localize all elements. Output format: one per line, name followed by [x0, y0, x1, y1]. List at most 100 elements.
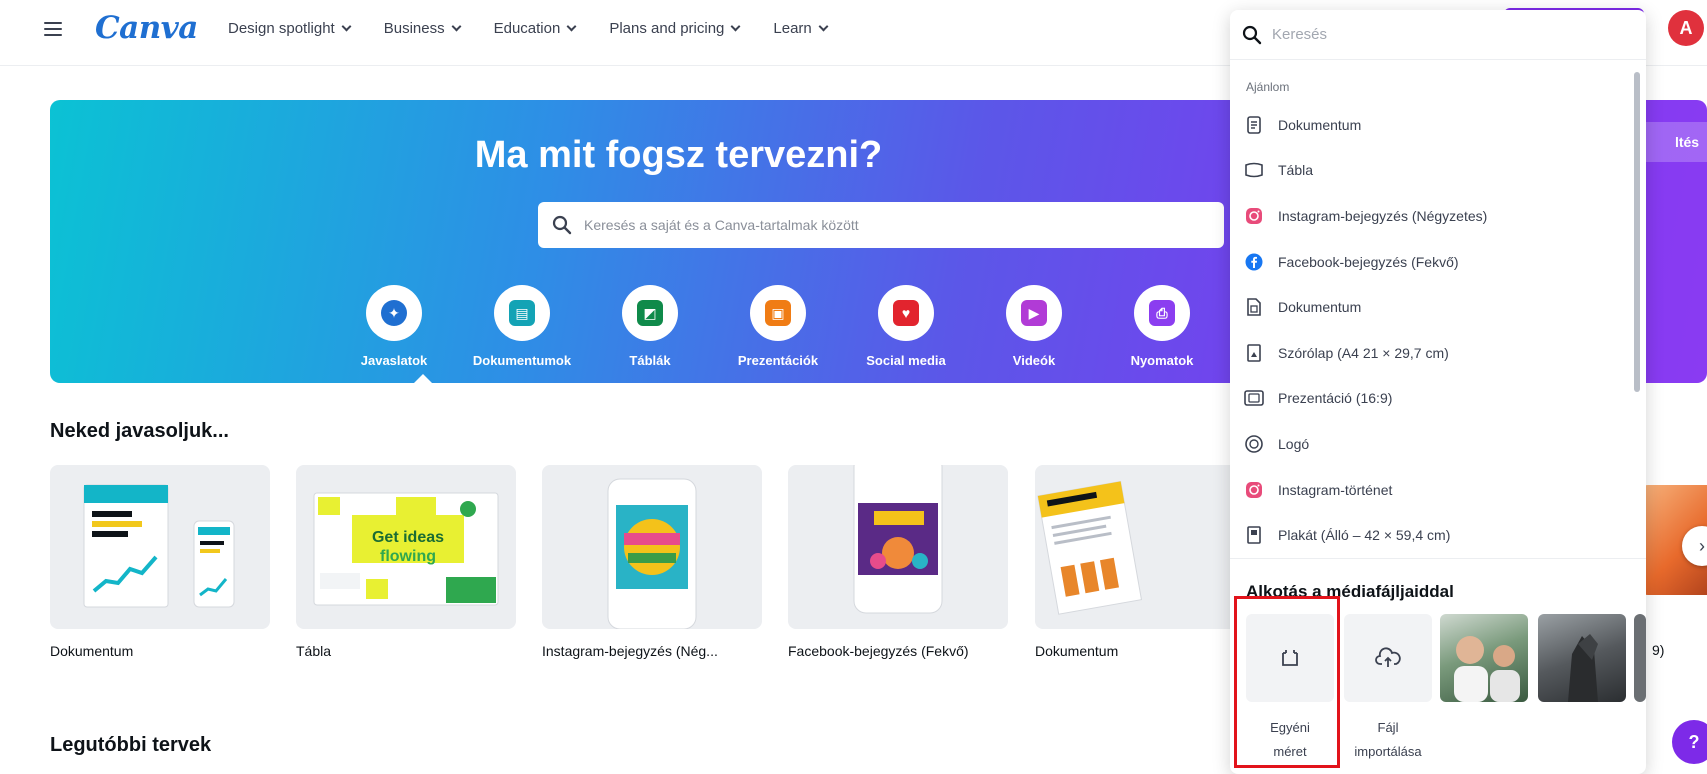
recommended-title: Neked javasoljuk... [50, 420, 229, 442]
card-label: Dokumentum [1035, 643, 1119, 659]
category-label: Videók [1012, 353, 1056, 368]
document-icon [1244, 115, 1264, 135]
suggestion-item[interactable]: Tábla [1230, 148, 1630, 194]
category-prezentaciok[interactable]: ▣ Prezentációk [714, 285, 842, 368]
suggestion-item[interactable]: Dokumentum [1230, 284, 1630, 330]
category-label: Social media [866, 353, 946, 368]
card-label-partial: 9) [1652, 642, 1665, 658]
template-card[interactable]: Instagram-bejegyzés (Nég... [542, 465, 762, 659]
media-photo-thumbnail[interactable] [1440, 614, 1528, 702]
hero-title: Ma mit fogsz tervezni? [474, 134, 883, 176]
instagram-thumbnail [542, 465, 762, 629]
nav-design-spotlight[interactable]: Design spotlight [228, 20, 352, 37]
category-circle: ▶ [1006, 285, 1062, 341]
suggestion-item[interactable]: Dokumentum [1230, 102, 1630, 148]
import-file-label-line2: importálása [1354, 744, 1422, 759]
suggestion-label: Plakát (Álló – 42 × 59,4 cm) [1278, 527, 1451, 544]
suggestion-item[interactable]: Logó [1230, 421, 1630, 467]
cloud-upload-icon [1375, 647, 1401, 667]
category-tablak[interactable]: ◩ Táblák [586, 285, 714, 368]
template-card[interactable]: Dokumentum [50, 465, 270, 659]
media-photo-thumbnail-partial[interactable] [1634, 614, 1646, 702]
facebook-icon [1244, 252, 1264, 272]
suggestion-label: Dokumentum [1278, 299, 1362, 316]
nav-education[interactable]: Education [494, 20, 577, 37]
nav-label: Learn [773, 20, 812, 37]
facebook-preview-graphic [853, 465, 943, 614]
chevron-down-icon [730, 21, 741, 32]
import-file-button[interactable] [1344, 614, 1432, 702]
presentation-icon [1244, 388, 1264, 408]
sparkles-icon: ✦ [381, 300, 407, 326]
category-circle: ⎙ [1134, 285, 1190, 341]
avatar[interactable]: A [1668, 10, 1704, 46]
category-label: Dokumentumok [472, 353, 572, 368]
category-circle: ◩ [622, 285, 678, 341]
divider [1230, 558, 1646, 559]
category-javaslatok[interactable]: ✦ Javaslatok [330, 285, 458, 368]
card-label: Facebook-bejegyzés (Fekvő) [788, 643, 969, 659]
suggestion-label: Facebook-bejegyzés (Fekvő) [1278, 253, 1459, 270]
category-social-media[interactable]: ♥ Social media [842, 285, 970, 368]
highlight-annotation [1234, 596, 1340, 768]
category-shortcuts: ✦ Javaslatok ▤ Dokumentumok ◩ Táblák ▣ P… [330, 285, 1226, 368]
nav-learn[interactable]: Learn [773, 20, 829, 37]
menu-icon[interactable] [44, 22, 62, 36]
suggestion-item[interactable]: Plakát (Álló – 42 × 59,4 cm) [1230, 512, 1630, 558]
document-thumbnail [50, 465, 270, 629]
category-circle: ▣ [750, 285, 806, 341]
category-dokumentumok[interactable]: ▤ Dokumentumok [458, 285, 586, 368]
search-icon [1242, 25, 1262, 44]
suggestion-label: Logó [1278, 435, 1310, 452]
dropdown-search-box[interactable] [1230, 10, 1646, 60]
template-card[interactable]: Facebook-bejegyzés (Fekvő) [788, 465, 1008, 659]
category-circle: ✦ [366, 285, 422, 341]
whiteboard-icon: ◩ [637, 300, 663, 326]
suggestion-item[interactable]: Instagram-történet [1230, 467, 1630, 513]
chevron-down-icon [818, 21, 829, 32]
recent-designs-title: Legutóbbi tervek [50, 734, 212, 756]
nav-business[interactable]: Business [383, 20, 462, 37]
template-card[interactable]: Dokumentum [1035, 465, 1255, 659]
heart-icon: ♥ [893, 300, 919, 326]
category-label: Prezentációk [737, 353, 819, 368]
chevron-down-icon [451, 21, 462, 32]
category-label: Javaslatok [360, 353, 428, 368]
flyer-icon [1244, 343, 1264, 363]
suggestion-label: Tábla [1278, 162, 1314, 179]
nav-plans-pricing[interactable]: Plans and pricing [609, 20, 741, 37]
category-circle: ▤ [494, 285, 550, 341]
instagram-preview-graphic [607, 478, 697, 629]
template-card[interactable]: Get ideas flowing Tábla [296, 465, 516, 659]
search-icon [552, 215, 572, 235]
document-icon: ▤ [509, 300, 535, 326]
card-label: Tábla [296, 643, 332, 659]
chevron-down-icon [566, 21, 577, 32]
suggestion-item[interactable]: Instagram-bejegyzés (Négyzetes) [1230, 193, 1630, 239]
media-photo-thumbnail[interactable] [1538, 614, 1626, 702]
category-videok[interactable]: ▶ Videók [970, 285, 1098, 368]
dropdown-scrollbar[interactable] [1634, 72, 1640, 392]
nav-label: Design spotlight [228, 20, 335, 37]
instagram-icon [1244, 206, 1264, 226]
help-button[interactable]: ? [1672, 720, 1707, 764]
logo-icon [1244, 434, 1264, 454]
document-preview-graphic [1037, 480, 1143, 615]
import-file-label-line1: Fájl [1377, 720, 1399, 735]
suggestion-item[interactable]: Szórólap (A4 21 × 29,7 cm) [1230, 330, 1630, 376]
hero-search-input[interactable] [584, 217, 1204, 233]
document-preview-graphic [83, 484, 235, 608]
suggestion-label: Instagram-bejegyzés (Négyzetes) [1278, 207, 1488, 224]
dropdown-search-input[interactable] [1272, 26, 1612, 43]
category-circle: ♥ [878, 285, 934, 341]
hero-search-box[interactable] [538, 202, 1224, 248]
canva-logo[interactable]: Canva [95, 10, 198, 46]
suggestion-item[interactable]: Facebook-bejegyzés (Fekvő) [1230, 239, 1630, 285]
nav-label: Business [383, 20, 445, 37]
category-nyomatok[interactable]: ⎙ Nyomatok [1098, 285, 1226, 368]
printer-icon: ⎙ [1149, 300, 1175, 326]
suggestion-item[interactable]: Prezentáció (16:9) [1230, 376, 1630, 422]
statue-photo-graphic [1568, 634, 1598, 702]
active-category-indicator [414, 374, 432, 383]
suggestion-label: Instagram-történet [1278, 481, 1393, 498]
